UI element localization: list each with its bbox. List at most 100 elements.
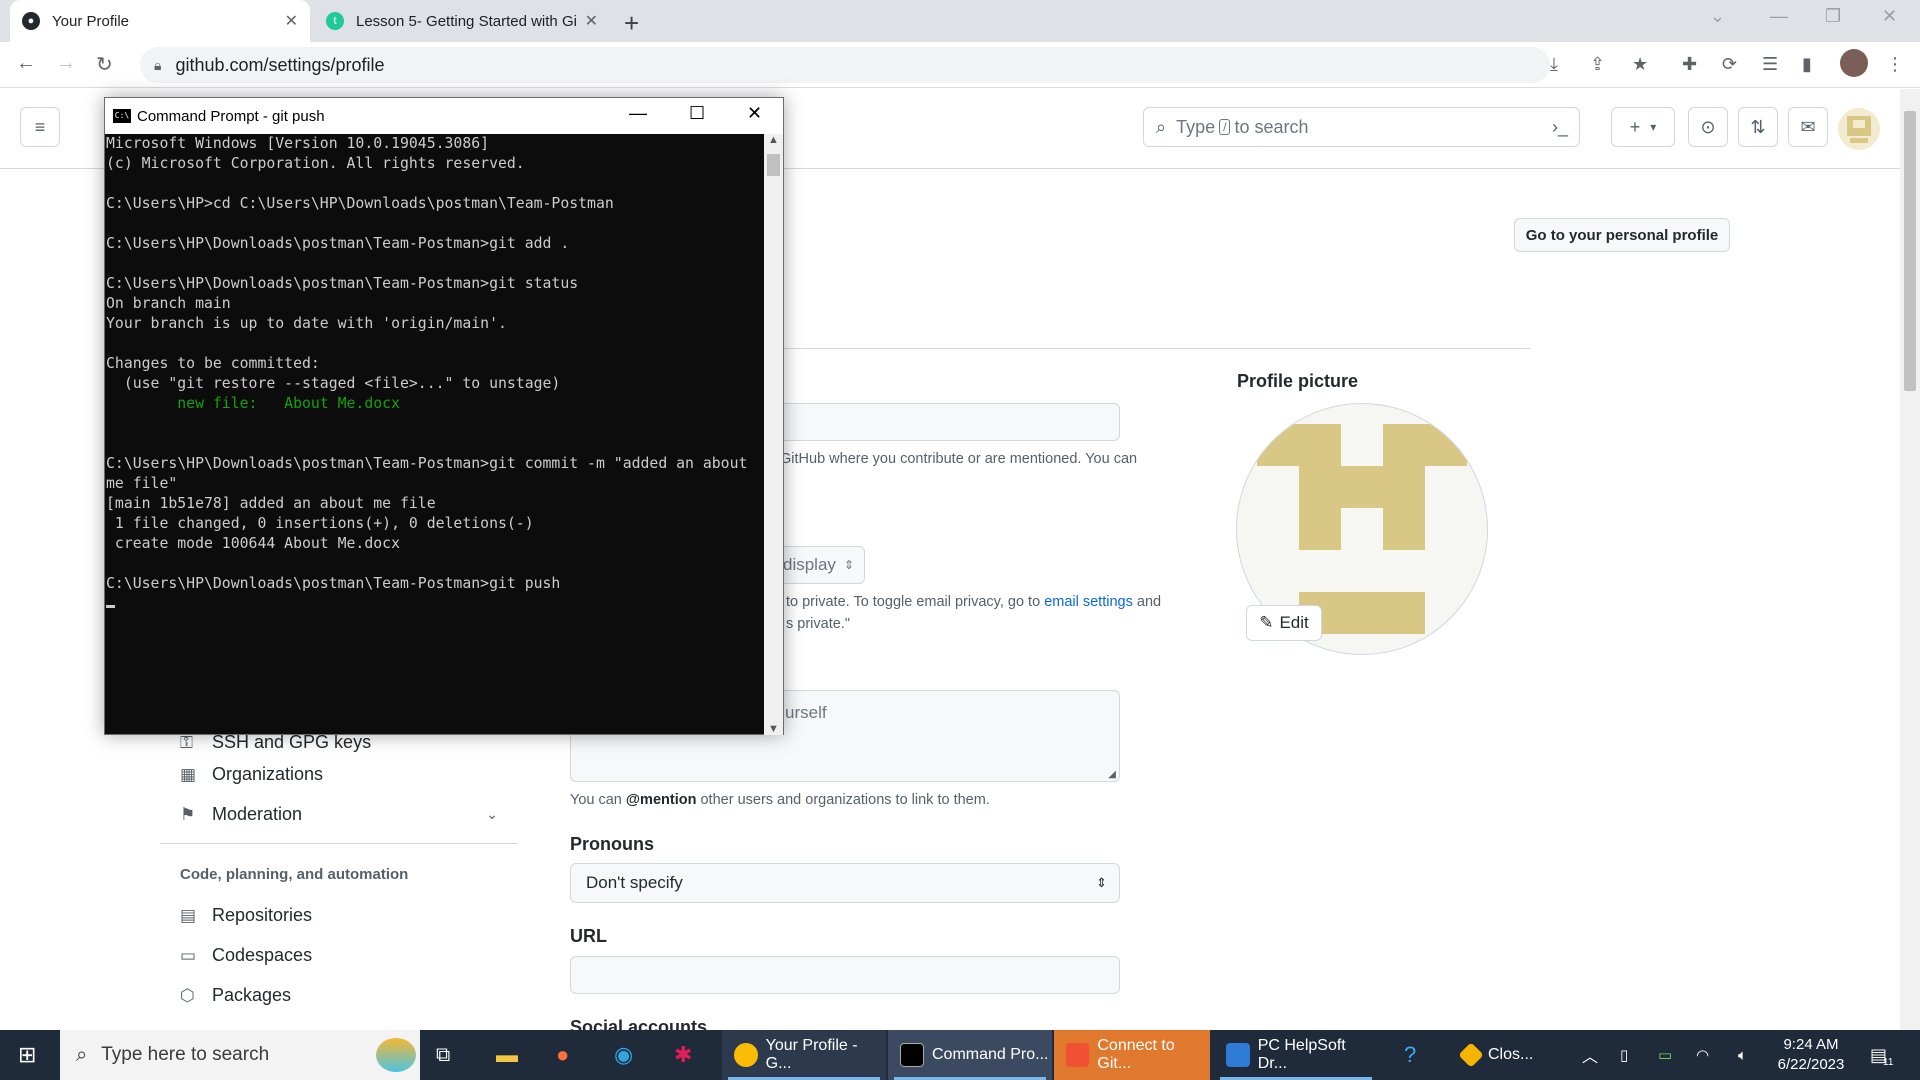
cmd-scroll-up-icon[interactable]: ▲ [768,134,779,146]
browser-toolbar: ← → ↻ 🔒︎ github.com/settings/profile ⤓ ⇪… [0,42,1920,88]
chrome-profile-avatar[interactable] [1840,49,1868,77]
select-arrows-icon: ⇕ [843,558,854,572]
terminal-line: me file" [106,475,178,492]
hamburger-menu-icon[interactable]: ≡ [20,107,60,147]
extensions-puzzle-icon[interactable]: ✚ [1682,54,1697,75]
terminal-line: C:\Users\HP\Downloads\postman\Team-Postm… [106,575,561,592]
address-bar[interactable]: 🔒︎ github.com/settings/profile [140,47,1550,83]
restore-icon[interactable]: ❐ [1825,6,1841,27]
show-hidden-icons-chevron[interactable]: ︿ [1582,1030,1598,1080]
tab-your-profile[interactable]: ● Your Profile ✕ [10,0,310,42]
cmd-scroll-down-icon[interactable]: ▼ [768,723,779,735]
battery-icon[interactable]: ▭ [1658,1030,1672,1080]
task-view-icon[interactable]: ⧉ [436,1030,450,1080]
terminal-line: (use "git restore --staged <file>..." to… [106,375,561,392]
browser-tab-strip: ● Your Profile ✕ t Lesson 5- Getting Sta… [0,0,1920,42]
slash-key-hint: / [1219,119,1231,135]
sidebar-item-moderation[interactable]: ⚑ Moderation ⌄ [180,804,498,825]
share-icon[interactable]: ⇪ [1590,54,1605,75]
wifi-icon[interactable]: ◠ [1696,1030,1709,1080]
caret-down-icon: ▾ [1650,120,1657,134]
chrome-menu-icon[interactable]: ⋮ [1886,54,1904,75]
file-explorer-icon[interactable]: ▬ [496,1030,518,1080]
windows-start-icon[interactable]: ⊞ [18,1030,36,1080]
email-note-line2: s private." [786,616,850,632]
issues-icon[interactable]: ⊙ [1688,107,1728,147]
bio-note: You can @mention other users and organiz… [570,792,990,808]
cmd-maximize-icon[interactable]: ☐ [689,103,705,124]
edge-icon[interactable]: ◉ [614,1030,633,1080]
new-tab-plus-icon[interactable]: + [624,8,639,39]
cmd-scrollbar[interactable]: ▲ ▼ [764,134,783,735]
page-scrollbar-thumb[interactable] [1904,111,1916,391]
command-palette-icon[interactable]: ›_ [1540,107,1580,147]
taskbar-clock[interactable]: 9:24 AM 6/22/2023 [1766,1035,1856,1075]
resize-handle-icon[interactable]: ◢ [1108,769,1116,780]
terminal-line: create mode 100644 About Me.docx [106,535,400,552]
minimize-icon[interactable]: — [1770,6,1788,27]
cmd-scrollbar-thumb[interactable] [767,154,780,176]
inbox-icon[interactable]: ✉ [1788,107,1828,147]
terminal-line: On branch main [106,295,231,312]
tab-search-chevron-icon[interactable]: ⌄ [1710,6,1725,27]
page-scrollbar[interactable] [1900,89,1920,1030]
cmd-icon [900,1043,924,1067]
tab-lesson-5[interactable]: t Lesson 5- Getting Started with Gi ✕ [314,0,610,42]
extension-icon[interactable]: ⟳ [1722,54,1737,75]
search-icon: ⌕ [76,1043,88,1066]
url-label: URL [570,926,607,946]
section-divider [778,348,1530,349]
user-avatar[interactable] [1838,108,1880,150]
forward-arrow-icon[interactable]: → [56,52,76,75]
sidebar-item-codespaces[interactable]: ▭ Codespaces [180,945,312,966]
edit-profile-picture-button[interactable]: ✎ Edit [1246,605,1322,641]
pull-requests-icon[interactable]: ⇅ [1738,107,1778,147]
create-new-dropdown[interactable]: + ▾ [1611,107,1675,147]
report-icon: ⚑ [180,804,196,824]
taskbar-app-pc-helpsoft[interactable]: PC HelpSoft Dr... [1214,1030,1378,1080]
select-arrows-icon: ⇕ [1096,875,1107,890]
cmd-minimize-icon[interactable]: — [629,103,647,124]
side-panel-icon[interactable]: ▮ [1802,54,1812,75]
reload-icon[interactable]: ↻ [96,52,113,77]
device-icon[interactable]: ▯ [1620,1030,1628,1080]
slack-icon[interactable]: ✱ [674,1030,692,1080]
volume-icon[interactable]: 🔈︎ [1738,1030,1747,1080]
taskbar-search-input[interactable]: ⌕ Type here to search [60,1030,420,1080]
name-input[interactable] [778,403,1120,441]
pronouns-select[interactable]: Don't specify ⇕ [570,863,1120,903]
taskbar-app-chrome[interactable]: Your Profile - G... [722,1030,886,1080]
command-prompt-titlebar[interactable]: C:\ Command Prompt - git push [105,98,783,134]
terminal-output[interactable]: Microsoft Windows [Version 10.0.19045.30… [105,134,763,735]
url-input[interactable] [570,956,1120,994]
cmd-close-icon[interactable]: ✕ [747,103,762,124]
pronouns-value: Don't specify [586,873,683,892]
taskbar-app-command-prompt[interactable]: Command Pro... [888,1030,1052,1080]
taskbar-app-clos[interactable]: Clos... [1450,1030,1560,1080]
plus-icon: + [1629,116,1641,137]
command-prompt-window[interactable]: C:\ Command Prompt - git push — ☐ ✕ Micr… [104,97,784,735]
email-settings-link[interactable]: email settings [1044,594,1133,610]
taskbar-app-connect-git[interactable]: Connect to Git... [1054,1030,1210,1080]
close-icon[interactable]: ✕ [585,11,598,31]
clock-date: 6/22/2023 [1777,1056,1845,1073]
help-icon[interactable]: ? [1404,1030,1416,1080]
github-search-input[interactable]: ⌕ Type / to search [1143,107,1580,147]
back-arrow-icon[interactable]: ← [16,52,36,75]
notification-count: 11 [1883,1056,1894,1068]
notification-center-icon[interactable]: ▤ 11 [1870,1030,1893,1080]
bookmark-star-icon[interactable]: ★ [1632,54,1648,75]
window-close-icon[interactable]: ✕ [1882,6,1897,27]
search-prefix: Type [1176,116,1216,137]
install-app-icon[interactable]: ⤓ [1550,54,1558,75]
reading-list-icon[interactable]: ☰ [1762,54,1778,75]
sidebar-item-repositories[interactable]: ▤ Repositories [180,905,312,926]
sidebar-item-packages[interactable]: ⬡ Packages [180,985,291,1006]
firefox-icon[interactable]: ● [556,1030,569,1080]
public-email-select[interactable]: display ⇕ [778,546,865,584]
terminal-line: C:\Users\HP\Downloads\postman\Team-Postm… [106,275,579,292]
go-to-profile-button[interactable]: Go to your personal profile [1514,218,1730,252]
close-icon[interactable]: ✕ [285,11,298,31]
sidebar-item-organizations[interactable]: ▦ Organizations [180,764,323,785]
